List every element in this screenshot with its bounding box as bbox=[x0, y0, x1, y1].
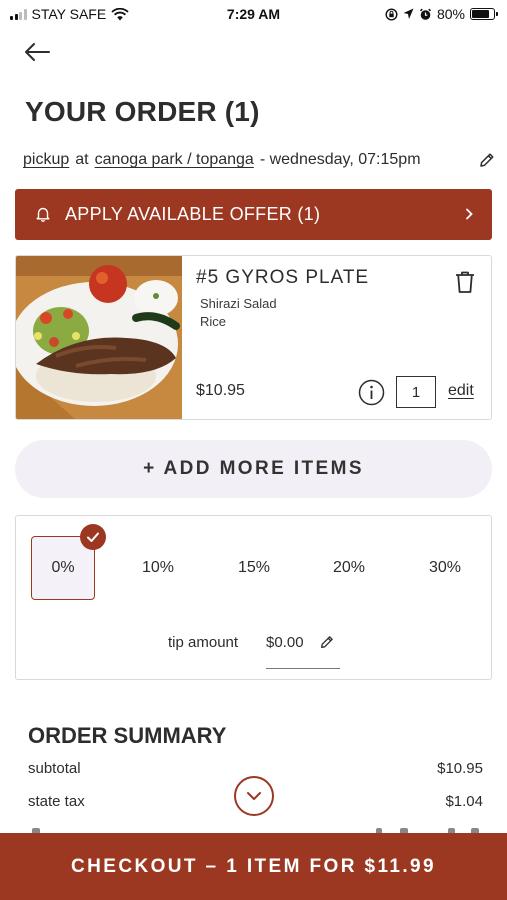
lock-rotation-icon bbox=[385, 7, 398, 21]
tip-option-30[interactable]: 30% bbox=[413, 536, 477, 600]
tip-amount-input[interactable]: $0.00 bbox=[266, 634, 304, 651]
status-right: 80% bbox=[385, 6, 498, 22]
tip-option-15[interactable]: 15% bbox=[222, 536, 286, 600]
bell-icon bbox=[36, 207, 50, 222]
back-arrow-icon[interactable] bbox=[22, 38, 54, 66]
pickup-location-link[interactable]: canoga park / topanga bbox=[95, 151, 254, 169]
tip-option-label: 15% bbox=[237, 559, 271, 576]
item-price: $10.95 bbox=[196, 382, 245, 399]
state-tax-label: state tax bbox=[28, 793, 85, 810]
tip-option-label: 20% bbox=[332, 559, 366, 576]
add-more-items-button[interactable]: + ADD MORE ITEMS bbox=[15, 440, 492, 498]
status-bar: STAY SAFE 7:29 AM 80% bbox=[0, 0, 507, 28]
trash-icon[interactable] bbox=[454, 270, 476, 294]
info-icon[interactable] bbox=[358, 379, 385, 406]
pickup-at-label: at bbox=[75, 151, 89, 168]
tip-amount-label: tip amount bbox=[168, 634, 239, 651]
item-name: #5 GYROS PLATE bbox=[196, 267, 370, 288]
subtotal-value: $10.95 bbox=[437, 760, 483, 777]
tip-option-label: 10% bbox=[141, 559, 175, 576]
checkout-button[interactable]: CHECKOUT – 1 ITEM FOR $11.99 bbox=[0, 833, 507, 900]
order-summary-title: ORDER SUMMARY bbox=[28, 723, 227, 748]
tip-amount-underline bbox=[266, 668, 340, 669]
pencil-icon[interactable] bbox=[319, 634, 335, 650]
tip-option-label: 0% bbox=[51, 559, 75, 576]
battery-icon bbox=[470, 8, 498, 20]
battery-percent: 80% bbox=[436, 6, 465, 22]
item-photo bbox=[16, 256, 182, 419]
tip-option-10[interactable]: 10% bbox=[126, 536, 190, 600]
location-icon bbox=[403, 8, 414, 19]
tip-option-label: 30% bbox=[428, 559, 462, 576]
pickup-details: pickup at canoga park / topanga - wednes… bbox=[23, 151, 421, 169]
item-modifier: Shirazi Salad bbox=[200, 296, 277, 311]
subtotal-label: subtotal bbox=[28, 760, 81, 777]
pickup-mode-link[interactable]: pickup bbox=[23, 151, 69, 169]
page-title: YOUR ORDER (1) bbox=[25, 96, 260, 127]
chevron-down-icon bbox=[247, 792, 261, 800]
item-modifier: Rice bbox=[200, 314, 227, 329]
quantity-input[interactable]: 1 bbox=[396, 376, 436, 408]
pencil-icon[interactable] bbox=[478, 151, 496, 169]
expand-summary-button[interactable] bbox=[234, 776, 274, 816]
edit-item-link[interactable]: edit bbox=[448, 382, 474, 400]
tip-option-20[interactable]: 20% bbox=[317, 536, 381, 600]
cart-item-card: #5 GYROS PLATE Shirazi Salad Rice $10.95… bbox=[15, 255, 492, 420]
apply-offer-label: APPLY AVAILABLE OFFER (1) bbox=[65, 204, 321, 224]
tip-selector: 0% 10% 15% 20% 30% tip amount $0.00 bbox=[15, 515, 492, 680]
chevron-right-icon bbox=[466, 208, 473, 220]
state-tax-value: $1.04 bbox=[445, 793, 483, 810]
pickup-time: - wednesday, 07:15pm bbox=[259, 151, 421, 168]
alarm-icon bbox=[419, 8, 432, 20]
apply-offer-button[interactable]: APPLY AVAILABLE OFFER (1) bbox=[15, 189, 492, 240]
check-icon bbox=[80, 524, 106, 550]
